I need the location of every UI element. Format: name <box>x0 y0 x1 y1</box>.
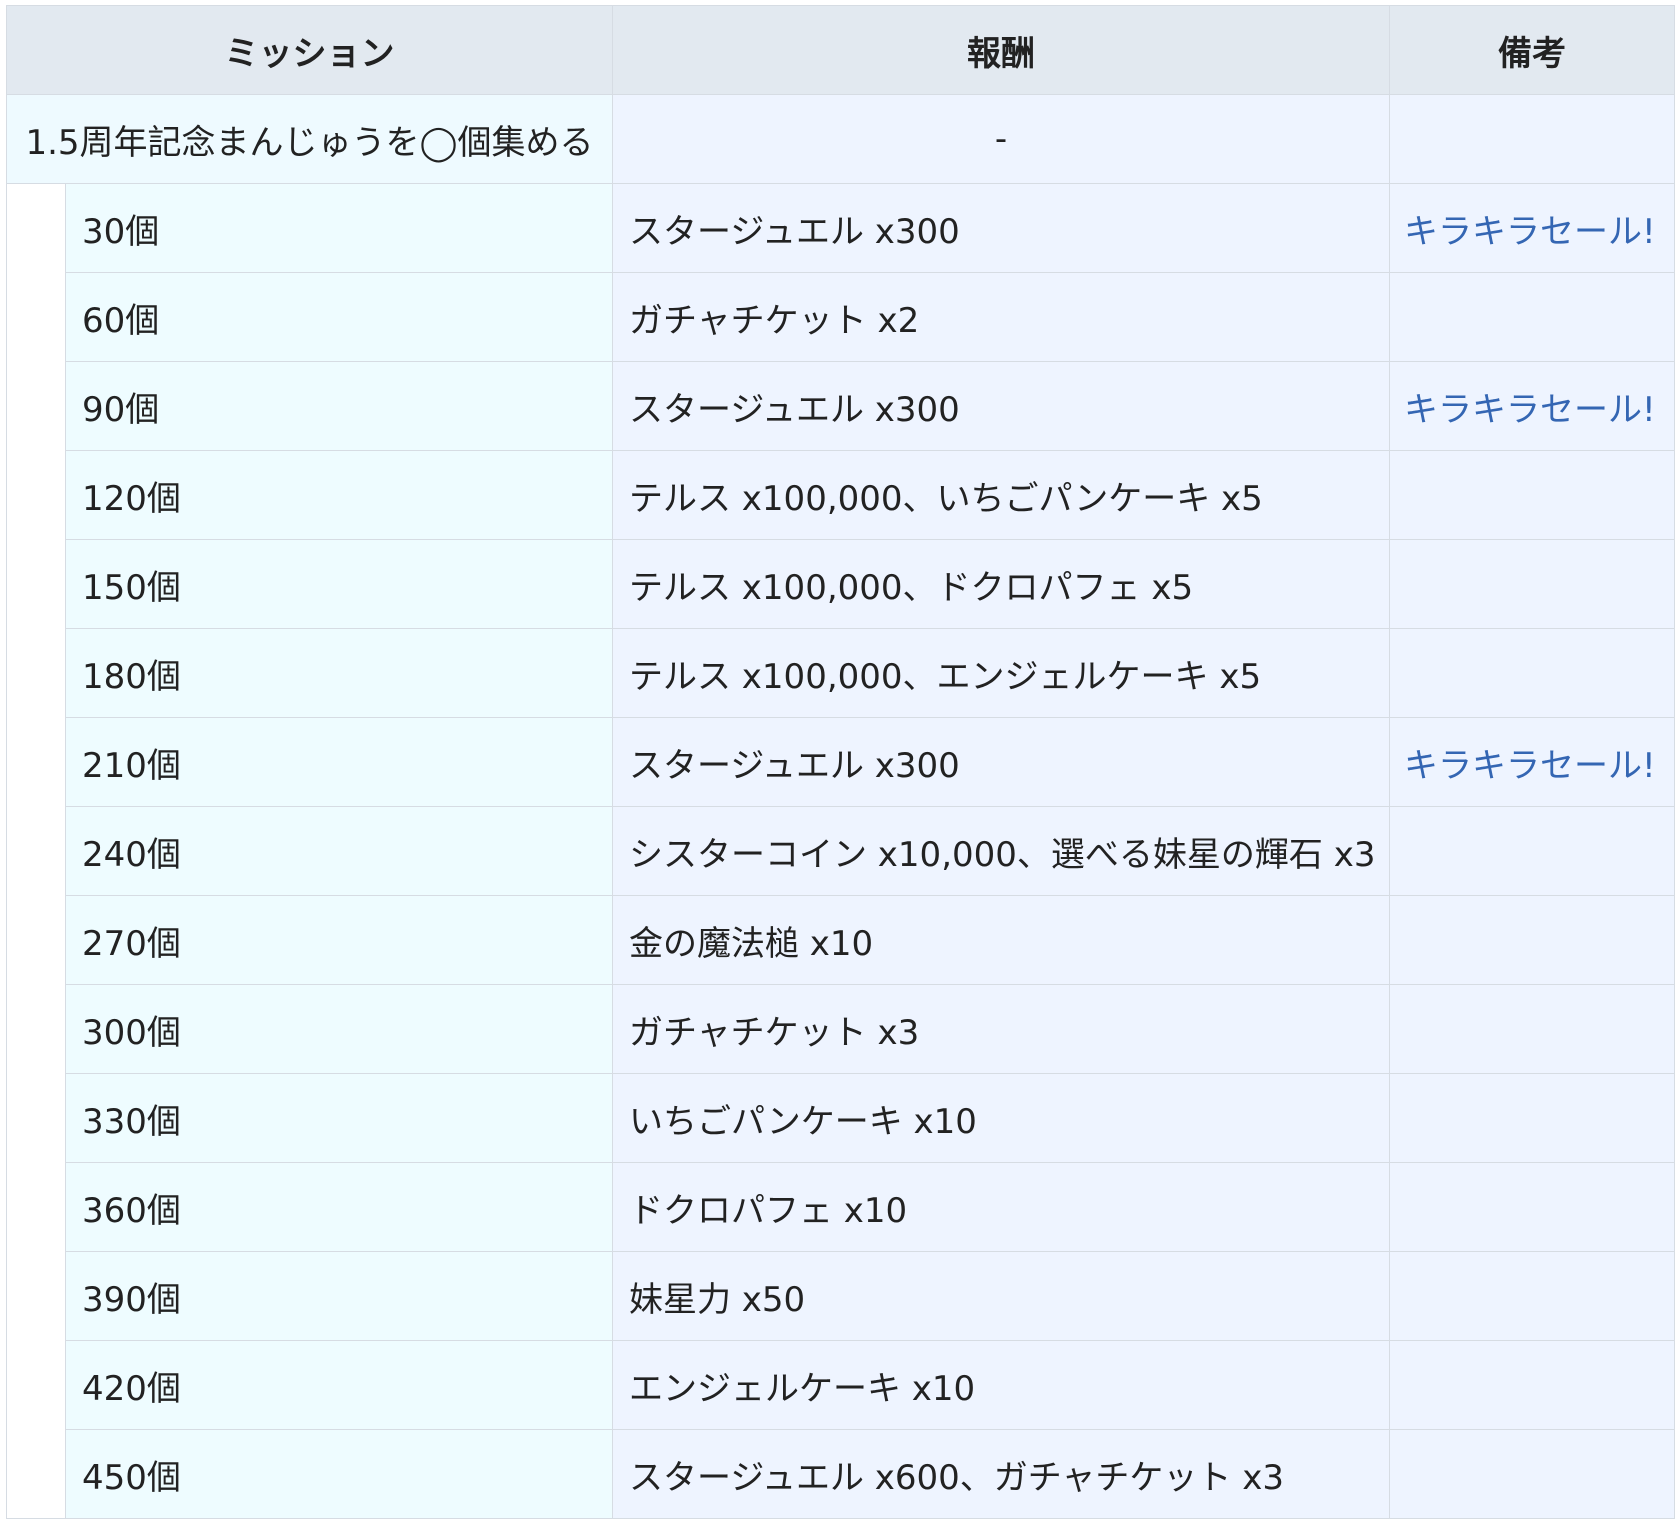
reward-cell: ドクロパフェ x10 <box>612 1162 1390 1252</box>
mission-column-header: ミッション <box>6 5 613 95</box>
reward-cell: スタージュエル x600、ガチャチケット x3 <box>612 1429 1390 1519</box>
mission-count: 420個 <box>65 1340 613 1430</box>
note-cell <box>1389 628 1675 718</box>
note-cell: キラキラセール! <box>1389 183 1675 273</box>
table-row: 270個 金の魔法槌 x10 <box>7 895 1675 985</box>
table-row: 120個 テルス x100,000、いちごパンケーキ x5 <box>7 450 1675 540</box>
kirakira-sale-link[interactable]: キラキラセール! <box>1404 746 1656 786</box>
note-cell <box>1389 984 1675 1074</box>
table-row: 330個 いちごパンケーキ x10 <box>7 1073 1675 1163</box>
mission-count: 450個 <box>65 1429 613 1519</box>
note-cell <box>1389 1429 1675 1519</box>
table-row: 420個 エンジェルケーキ x10 <box>7 1340 1675 1430</box>
note-cell <box>1389 1251 1675 1341</box>
table-row: 210個 スタージュエル x300 キラキラセール! <box>7 717 1675 807</box>
mission-count: 270個 <box>65 895 613 985</box>
reward-cell: スタージュエル x300 <box>612 183 1390 273</box>
table-row: 450個 スタージュエル x600、ガチャチケット x3 <box>7 1429 1675 1519</box>
main-mission-note <box>1389 94 1675 184</box>
table-row: 90個 スタージュエル x300 キラキラセール! <box>7 361 1675 451</box>
reward-cell: スタージュエル x300 <box>612 717 1390 807</box>
reward-cell: 金の魔法槌 x10 <box>612 895 1390 985</box>
mission-reward-table: ミッション 報酬 備考 1.5周年記念まんじゅうを◯個集める - 30個 スター… <box>6 5 1675 1519</box>
note-cell <box>1389 1340 1675 1430</box>
note-cell <box>1389 539 1675 629</box>
mission-count: 180個 <box>65 628 613 718</box>
reward-cell: スタージュエル x300 <box>612 361 1390 451</box>
mission-count: 30個 <box>65 183 613 273</box>
mission-count: 60個 <box>65 272 613 362</box>
note-cell <box>1389 450 1675 540</box>
kirakira-sale-link[interactable]: キラキラセール! <box>1404 212 1656 252</box>
mission-count: 360個 <box>65 1162 613 1252</box>
table-row: 240個 シスターコイン x10,000、選べる妹星の輝石 x3 <box>7 806 1675 896</box>
main-mission-reward: - <box>612 94 1390 184</box>
note-column-header: 備考 <box>1389 5 1675 95</box>
reward-cell: ガチャチケット x3 <box>612 984 1390 1074</box>
reward-cell: ガチャチケット x2 <box>612 272 1390 362</box>
note-cell <box>1389 895 1675 985</box>
table-row: 150個 テルス x100,000、ドクロパフェ x5 <box>7 539 1675 629</box>
note-cell: キラキラセール! <box>1389 717 1675 807</box>
table-row: 60個 ガチャチケット x2 <box>7 272 1675 362</box>
reward-cell: テルス x100,000、ドクロパフェ x5 <box>612 539 1390 629</box>
mission-count: 240個 <box>65 806 613 896</box>
table-header-row: ミッション 報酬 備考 <box>6 5 1675 95</box>
table-row: 390個 妹星力 x50 <box>7 1251 1675 1341</box>
reward-column-header: 報酬 <box>612 5 1390 95</box>
kirakira-sale-link[interactable]: キラキラセール! <box>1404 390 1656 430</box>
reward-cell: エンジェルケーキ x10 <box>612 1340 1390 1430</box>
mission-count: 300個 <box>65 984 613 1074</box>
mission-count: 90個 <box>65 361 613 451</box>
reward-cell: いちごパンケーキ x10 <box>612 1073 1390 1163</box>
main-mission-name: 1.5周年記念まんじゅうを◯個集める <box>6 94 613 184</box>
reward-cell: シスターコイン x10,000、選べる妹星の輝石 x3 <box>612 806 1390 896</box>
table-row: 180個 テルス x100,000、エンジェルケーキ x5 <box>7 628 1675 718</box>
mission-table-wrapper: ミッション 報酬 備考 1.5周年記念まんじゅうを◯個集める - 30個 スター… <box>6 5 1675 1519</box>
table-body: 1.5周年記念まんじゅうを◯個集める - 30個 スタージュエル x300 キラ… <box>6 94 1675 1519</box>
indent-spacer <box>6 183 66 1519</box>
reward-cell: テルス x100,000、エンジェルケーキ x5 <box>612 628 1390 718</box>
mission-count: 390個 <box>65 1251 613 1341</box>
note-cell <box>1389 272 1675 362</box>
note-cell <box>1389 1162 1675 1252</box>
table-row: 300個 ガチャチケット x3 <box>7 984 1675 1074</box>
reward-cell: 妹星力 x50 <box>612 1251 1390 1341</box>
table-row: 30個 スタージュエル x300 キラキラセール! <box>6 183 1675 1519</box>
table-row: 360個 ドクロパフェ x10 <box>7 1162 1675 1252</box>
mission-count: 330個 <box>65 1073 613 1163</box>
note-cell <box>1389 1073 1675 1163</box>
reward-cell: テルス x100,000、いちごパンケーキ x5 <box>612 450 1390 540</box>
note-cell <box>1389 806 1675 896</box>
main-mission-row: 1.5周年記念まんじゅうを◯個集める - <box>6 94 1675 184</box>
mission-count: 120個 <box>65 450 613 540</box>
mission-count: 210個 <box>65 717 613 807</box>
note-cell: キラキラセール! <box>1389 361 1675 451</box>
mission-count: 150個 <box>65 539 613 629</box>
